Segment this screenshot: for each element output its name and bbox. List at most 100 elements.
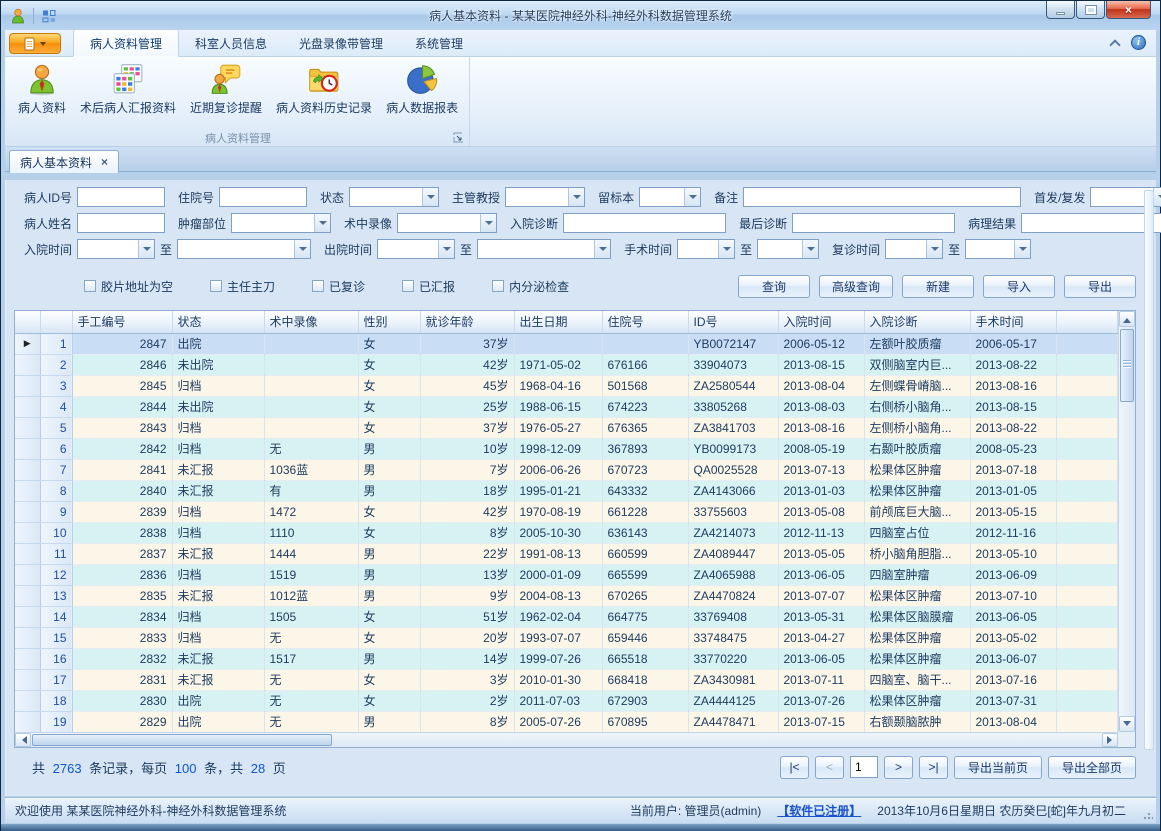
column-header[interactable]: 术中录像 bbox=[264, 311, 358, 333]
column-header[interactable]: 住院号 bbox=[602, 311, 688, 333]
table-row[interactable]: 32845归档女45岁1968-04-16501568ZA25805442013… bbox=[15, 375, 1118, 396]
remarks-input[interactable] bbox=[743, 187, 1021, 207]
surgery-time-from-combo[interactable] bbox=[677, 239, 735, 259]
surgery-time-from-dropdown-button[interactable] bbox=[718, 240, 734, 258]
tab-patient-basic-info[interactable]: 病人基本资料 × bbox=[9, 150, 119, 173]
column-header[interactable]: 入院诊断 bbox=[864, 311, 970, 333]
ribbon-tab-system-management[interactable]: 系统管理 bbox=[399, 30, 479, 56]
app-menu-button[interactable] bbox=[9, 33, 61, 54]
discharge-time-to-dropdown-button[interactable] bbox=[594, 240, 610, 258]
ribbon-button-history-records[interactable]: 病人资料历史记录 bbox=[269, 58, 379, 118]
table-row[interactable]: 122836归档1519男13岁2000-01-09665599ZA406598… bbox=[15, 564, 1118, 585]
export-all-pages-button[interactable]: 导出全部页 bbox=[1048, 756, 1136, 779]
pathology-result-input[interactable] bbox=[1021, 213, 1161, 233]
help-icon[interactable]: i bbox=[1131, 35, 1146, 50]
admission-time-to-combo[interactable] bbox=[177, 239, 311, 259]
action-button-export[interactable]: 导出 bbox=[1064, 275, 1136, 298]
admission-time-from-dropdown-button[interactable] bbox=[138, 240, 154, 258]
discharge-time-from-combo[interactable] bbox=[377, 239, 455, 259]
discharge-time-to-combo[interactable] bbox=[477, 239, 611, 259]
scroll-down-button[interactable] bbox=[1119, 716, 1135, 732]
filter-endocrine-exam[interactable]: 内分泌检查 bbox=[492, 278, 569, 295]
reported-checkbox[interactable] bbox=[402, 280, 414, 292]
admission-time-from-combo[interactable] bbox=[77, 239, 155, 259]
scroll-up-button[interactable] bbox=[1119, 311, 1135, 327]
filter-film-address-empty[interactable]: 胶片地址为空 bbox=[84, 278, 173, 295]
ribbon-button-postop-report[interactable]: 术后病人汇报资料 bbox=[73, 58, 183, 118]
collapse-ribbon-icon[interactable] bbox=[1109, 39, 1120, 50]
first-recurrence-dropdown-button[interactable] bbox=[1153, 188, 1161, 206]
ribbon-tab-disc-video-management[interactable]: 光盘录像带管理 bbox=[283, 30, 399, 56]
table-row[interactable]: 22846未出院女42岁1971-05-02676166339040732013… bbox=[15, 354, 1118, 375]
table-row[interactable]: 82840未汇报有男18岁1995-01-21643332ZA414306620… bbox=[15, 480, 1118, 501]
tumor-site-dropdown-button[interactable] bbox=[314, 214, 330, 232]
page-number-input[interactable] bbox=[850, 756, 878, 778]
table-row[interactable]: 112837未汇报1444男22岁1991-08-13660599ZA40894… bbox=[15, 543, 1118, 564]
revisited-checkbox[interactable] bbox=[312, 280, 324, 292]
chief-surgeon-checkbox[interactable] bbox=[210, 280, 222, 292]
patient-name-input[interactable] bbox=[77, 213, 165, 233]
admission-diagnosis-input[interactable] bbox=[563, 213, 726, 233]
app-logo-icon[interactable] bbox=[9, 7, 27, 25]
endocrine-exam-checkbox[interactable] bbox=[492, 280, 504, 292]
status-dropdown-button[interactable] bbox=[422, 188, 438, 206]
minimize-button[interactable] bbox=[1046, 1, 1075, 19]
action-button-query[interactable]: 查询 bbox=[738, 275, 810, 298]
action-button-advanced-query[interactable]: 高级查询 bbox=[819, 275, 893, 298]
table-row[interactable]: 52843归档女37岁1976-05-27676365ZA38417032013… bbox=[15, 417, 1118, 438]
specimen-dropdown-button[interactable] bbox=[684, 188, 700, 206]
ribbon-button-revisit-reminder[interactable]: 近期复诊提醒 bbox=[183, 58, 269, 118]
column-header[interactable]: 入院时间 bbox=[778, 311, 864, 333]
revisit-time-to-dropdown-button[interactable] bbox=[1014, 240, 1030, 258]
table-row[interactable]: 152833归档无女20岁1993-07-0765944633748475201… bbox=[15, 627, 1118, 648]
admission-no-input[interactable] bbox=[219, 187, 307, 207]
last-page-button[interactable]: >| bbox=[919, 756, 948, 779]
maximize-button[interactable] bbox=[1076, 1, 1105, 19]
filter-chief-surgeon[interactable]: 主任主刀 bbox=[210, 278, 275, 295]
ribbon-button-data-report[interactable]: 病人数据报表 bbox=[379, 58, 465, 118]
horizontal-scroll-thumb[interactable] bbox=[32, 734, 332, 746]
table-row[interactable]: ▶12847出院女37岁YB00721472006-05-12左额叶胶质瘤200… bbox=[15, 333, 1118, 354]
dialog-launcher-icon[interactable] bbox=[453, 132, 465, 144]
ribbon-tab-staff-info[interactable]: 科室人员信息 bbox=[179, 30, 283, 56]
admission-time-to-dropdown-button[interactable] bbox=[294, 240, 310, 258]
film-address-empty-checkbox[interactable] bbox=[84, 280, 96, 292]
column-header[interactable]: 就诊年龄 bbox=[420, 311, 514, 333]
column-header[interactable]: 手工编号 bbox=[72, 311, 172, 333]
grid-vertical-scrollbar[interactable] bbox=[1118, 311, 1135, 732]
vertical-scroll-thumb[interactable] bbox=[1120, 329, 1134, 402]
table-row[interactable]: 132835未汇报1012蓝男9岁2004-08-13670265ZA44708… bbox=[15, 585, 1118, 606]
revisit-time-from-combo[interactable] bbox=[885, 239, 943, 259]
resize-grip[interactable] bbox=[1143, 810, 1153, 820]
column-header[interactable]: 手术时间 bbox=[970, 311, 1056, 333]
final-diagnosis-input[interactable] bbox=[792, 213, 955, 233]
scroll-left-button[interactable] bbox=[15, 733, 31, 747]
column-header[interactable]: 出生日期 bbox=[514, 311, 602, 333]
table-row[interactable]: 182830出院无女2岁2011-07-03672903ZA4444125201… bbox=[15, 690, 1118, 711]
status-combo[interactable] bbox=[349, 187, 439, 207]
table-row[interactable]: 62842归档无男10岁1998-12-09367893YB0099173200… bbox=[15, 438, 1118, 459]
titlebar[interactable]: 病人基本资料 - 某某医院神经外科-神经外科数据管理系统 × bbox=[1, 1, 1160, 30]
chief-professor-dropdown-button[interactable] bbox=[568, 188, 584, 206]
table-row[interactable]: 42844未出院女25岁1988-06-15674223338052682013… bbox=[15, 396, 1118, 417]
export-current-page-button[interactable]: 导出当前页 bbox=[954, 756, 1042, 779]
filter-reported[interactable]: 已汇报 bbox=[402, 278, 455, 295]
table-row[interactable]: 192829出院无男8岁2005-07-26670895ZA4478471201… bbox=[15, 711, 1118, 732]
discharge-time-from-dropdown-button[interactable] bbox=[438, 240, 454, 258]
intraop-video-dropdown-button[interactable] bbox=[480, 214, 496, 232]
surgery-time-to-dropdown-button[interactable] bbox=[802, 240, 818, 258]
quick-access-icon[interactable] bbox=[40, 7, 58, 25]
table-row[interactable]: 142834归档1505女51岁1962-02-0466477533769408… bbox=[15, 606, 1118, 627]
grid-horizontal-scrollbar[interactable] bbox=[15, 732, 1118, 747]
revisit-time-from-dropdown-button[interactable] bbox=[926, 240, 942, 258]
filter-revisited[interactable]: 已复诊 bbox=[312, 278, 365, 295]
close-button[interactable]: × bbox=[1106, 1, 1151, 19]
prev-page-button[interactable]: < bbox=[815, 756, 844, 779]
column-header[interactable]: ID号 bbox=[688, 311, 778, 333]
action-button-import[interactable]: 导入 bbox=[983, 275, 1055, 298]
surgery-time-to-combo[interactable] bbox=[757, 239, 819, 259]
chief-professor-combo[interactable] bbox=[505, 187, 585, 207]
table-row[interactable]: 172831未汇报无女3岁2010-01-30668418ZA343098120… bbox=[15, 669, 1118, 690]
page-scrollbar[interactable] bbox=[1144, 190, 1154, 750]
column-header[interactable]: 性别 bbox=[358, 311, 420, 333]
